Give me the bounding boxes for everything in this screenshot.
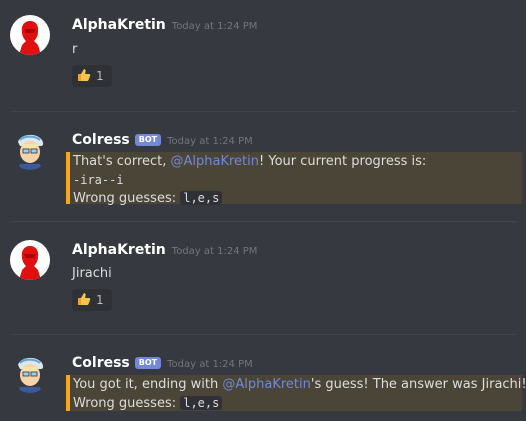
message-text: Jirachi bbox=[72, 266, 112, 281]
embed-text: ! Your current progress is: bbox=[259, 154, 427, 169]
bot-badge: BOT bbox=[134, 134, 162, 146]
embed-line: That's correct, @AlphaKretin! Your curre… bbox=[73, 153, 522, 171]
embed-line: -ira--i bbox=[73, 171, 522, 189]
username[interactable]: Colress bbox=[72, 132, 130, 148]
username[interactable]: AlphaKretin bbox=[72, 242, 166, 258]
wrong-guesses-code: l,e,s bbox=[180, 191, 223, 205]
embed-text: You got it, ending with bbox=[73, 377, 223, 392]
user-mention[interactable]: @AlphaKretin bbox=[222, 377, 311, 392]
reaction-count: 1 bbox=[96, 293, 104, 307]
reaction-count: 1 bbox=[96, 69, 104, 83]
thumbs-up-icon bbox=[77, 291, 91, 310]
divider bbox=[10, 334, 516, 335]
thumbs-up-icon bbox=[77, 67, 91, 86]
divider bbox=[10, 111, 516, 112]
progress-code: -ira--i bbox=[73, 173, 124, 187]
embed-text: 's guess! The answer was Jirachi! bbox=[310, 377, 526, 392]
message-header: Colress BOT Today at 1:24 PM bbox=[72, 355, 253, 375]
wrong-guesses-code: l,e,s bbox=[180, 396, 223, 410]
timestamp: Today at 1:24 PM bbox=[167, 359, 253, 370]
bot-badge: BOT bbox=[134, 357, 162, 369]
avatar[interactable] bbox=[10, 130, 50, 170]
embed-line: Wrong guesses: l,e,s bbox=[73, 394, 522, 412]
timestamp: Today at 1:24 PM bbox=[171, 21, 258, 32]
username[interactable]: Colress bbox=[72, 355, 130, 371]
message-header: AlphaKretin Today at 1:24 PM bbox=[72, 242, 257, 262]
timestamp: Today at 1:24 PM bbox=[171, 246, 258, 257]
embed-text: That's correct, bbox=[73, 154, 171, 169]
reaction-button[interactable]: 1 bbox=[72, 289, 112, 311]
wrong-guesses-label: Wrong guesses: bbox=[73, 191, 181, 206]
username[interactable]: AlphaKretin bbox=[72, 17, 166, 33]
timestamp: Today at 1:24 PM bbox=[167, 136, 253, 147]
divider bbox=[10, 221, 516, 222]
embed-line: Wrong guesses: l,e,s bbox=[73, 189, 522, 207]
embed: You got it, ending with @AlphaKretin's g… bbox=[66, 375, 526, 412]
embed: That's correct, @AlphaKretin! Your curre… bbox=[66, 152, 522, 207]
avatar[interactable] bbox=[10, 15, 50, 55]
wrong-guesses-label: Wrong guesses: bbox=[73, 396, 181, 411]
embed-line: You got it, ending with @AlphaKretin's g… bbox=[73, 376, 526, 394]
avatar[interactable] bbox=[10, 240, 50, 280]
user-mention[interactable]: @AlphaKretin bbox=[171, 154, 260, 169]
message-header: Colress BOT Today at 1:24 PM bbox=[72, 132, 253, 152]
reaction-button[interactable]: 1 bbox=[72, 65, 112, 87]
message-text: r bbox=[72, 42, 78, 57]
avatar[interactable] bbox=[10, 353, 50, 393]
message-header: AlphaKretin Today at 1:24 PM bbox=[72, 17, 257, 37]
